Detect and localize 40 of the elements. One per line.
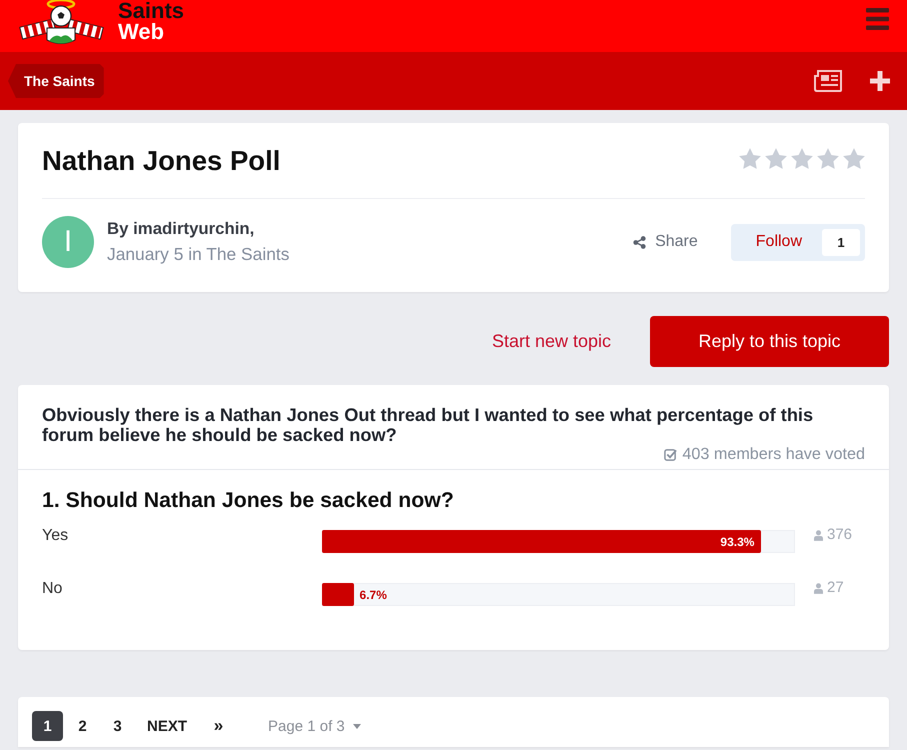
menu-icon[interactable] [866, 8, 889, 30]
person-icon [814, 530, 823, 540]
author-name[interactable]: By imadirtyurchin, [107, 219, 290, 239]
poll-description: Obviously there is a Nathan Jones Out thread but I wanted to see what percentage of this forum believe he should be sacked now? [42, 405, 814, 445]
poll-question: 1. Should Nathan Jones be sacked now? [42, 488, 455, 512]
reply-button[interactable]: Reply to this topic [650, 316, 889, 367]
star-rating[interactable] [739, 148, 865, 169]
star-icon[interactable] [765, 148, 787, 169]
star-icon[interactable] [791, 148, 813, 169]
caret-icon [352, 724, 361, 728]
star-icon[interactable] [843, 148, 865, 169]
page-link[interactable]: 1 [32, 711, 63, 741]
follow-button[interactable]: Follow 1 [730, 224, 865, 260]
checkbox-icon [664, 448, 678, 461]
brand-name[interactable]: Web [118, 21, 184, 42]
option-label: No [42, 580, 64, 598]
newspaper-icon[interactable] [813, 69, 843, 93]
plus-icon[interactable] [870, 71, 890, 91]
vote-count: 376 [814, 527, 865, 543]
topic-title: Nathan Jones Poll [42, 146, 280, 176]
page-link[interactable]: 3 [102, 711, 133, 741]
last-page-link[interactable]: » [203, 711, 234, 741]
person-icon [814, 582, 823, 594]
breadcrumb-link[interactable]: The Saints [8, 64, 104, 98]
share-link[interactable]: Share [633, 233, 698, 251]
page-link[interactable]: 2 [67, 711, 98, 741]
follower-count: 1 [822, 228, 860, 256]
share-icon [633, 236, 646, 248]
vote-total: 403 members have voted [664, 446, 865, 463]
percent-label: 93.3% [720, 534, 756, 548]
percent-label: 6.7% [360, 588, 387, 602]
post-meta: January 5 in The Saints [107, 244, 290, 265]
crest-logo[interactable] [18, 0, 105, 46]
star-icon[interactable] [817, 148, 839, 169]
start-topic-link[interactable]: Start new topic [492, 331, 611, 352]
next-link[interactable]: NEXT [145, 711, 190, 741]
vote-count: 27 [814, 580, 865, 596]
star-icon[interactable] [739, 148, 761, 169]
option-label: Yes [42, 527, 70, 545]
brand-name[interactable]: Saints [118, 0, 184, 21]
